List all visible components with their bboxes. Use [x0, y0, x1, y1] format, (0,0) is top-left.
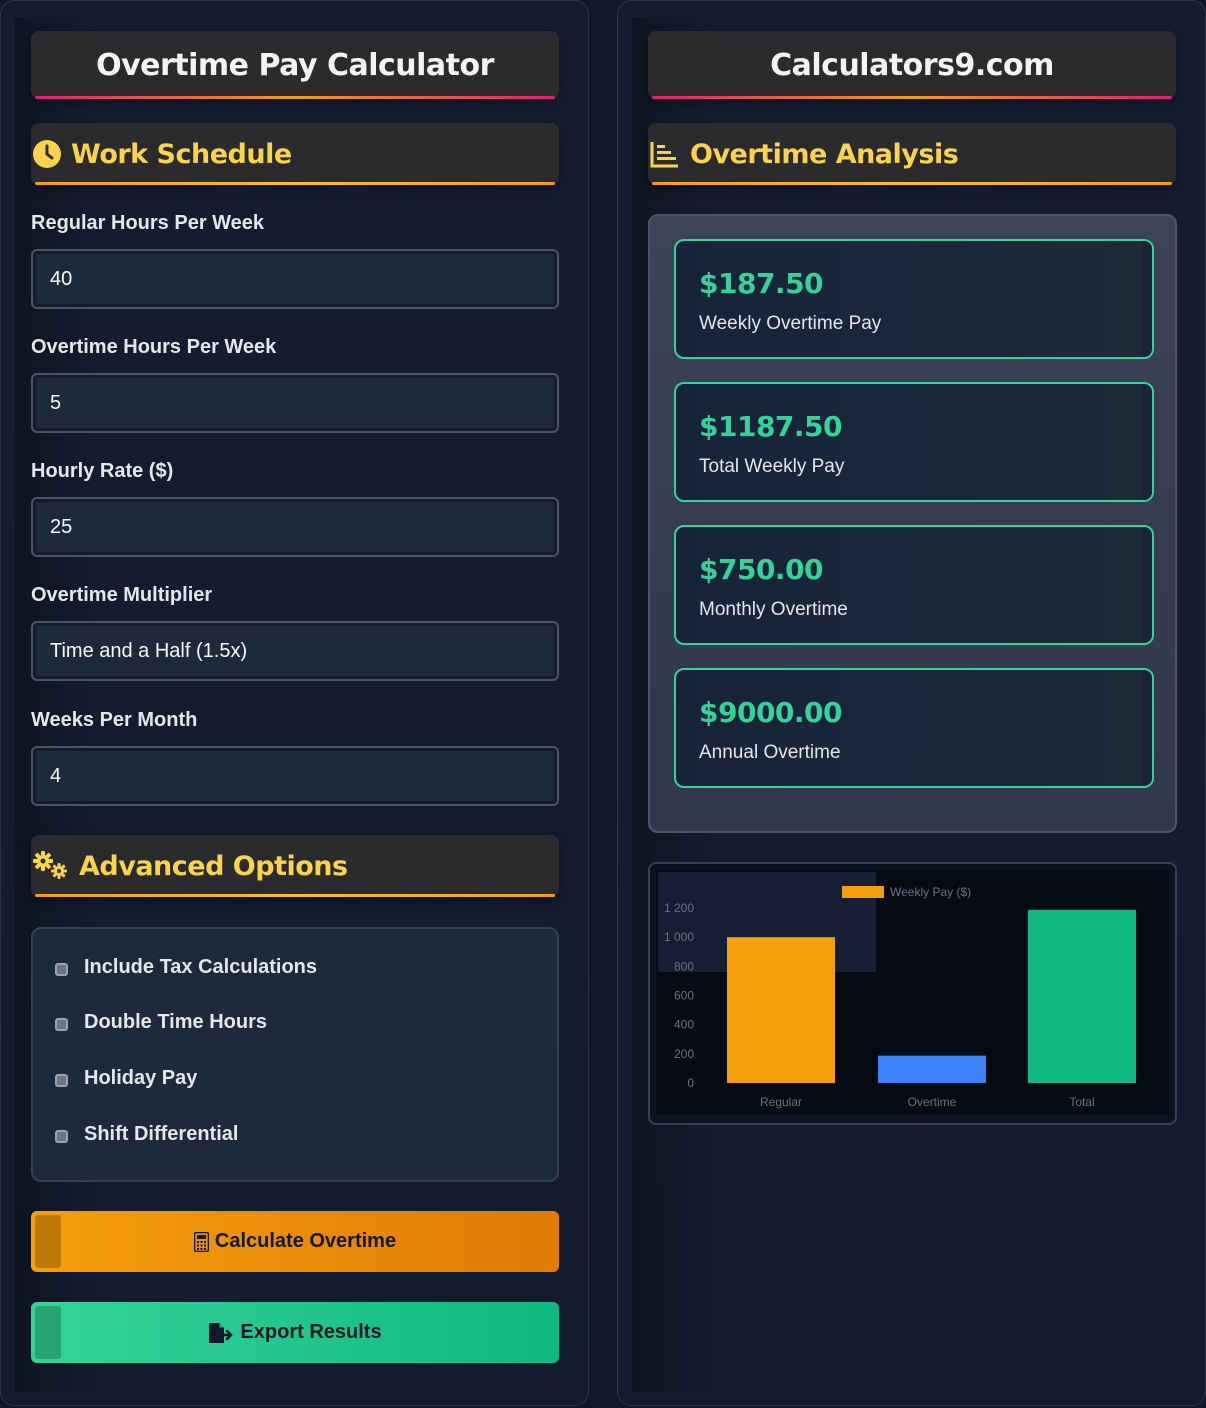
overtime-analysis-heading: Overtime Analysis	[648, 123, 1176, 185]
regular-hours-label: Regular Hours Per Week	[31, 212, 265, 234]
button-stripe	[35, 1306, 61, 1359]
button-stripe	[35, 1215, 61, 1268]
file-export-icon	[208, 1322, 234, 1344]
shift-differential-checkbox[interactable]	[55, 1130, 68, 1143]
card-edge	[1142, 670, 1152, 786]
weekly-overtime-label: Weekly Overtime Pay	[699, 313, 882, 334]
stat-total-weekly: $1187.50 Total Weekly Pay	[674, 382, 1154, 502]
total-weekly-label: Total Weekly Pay	[699, 456, 845, 477]
option-double-time[interactable]: Double Time Hours	[55, 1011, 267, 1034]
work-schedule-title: Work Schedule	[71, 138, 292, 170]
legend-label: Weekly Pay ($)	[890, 885, 971, 899]
y-tick-label: 600	[674, 989, 694, 1003]
hourly-rate-input[interactable]: 25	[31, 497, 559, 557]
overtime-multiplier-label: Overtime Multiplier	[31, 584, 213, 606]
export-results-button[interactable]: Export Results	[31, 1302, 559, 1363]
y-tick-label: 1 000	[664, 930, 694, 944]
x-tick-label: Overtime	[908, 1095, 957, 1109]
total-weekly-value: $1187.50	[699, 410, 843, 443]
x-tick-label: Regular	[760, 1095, 802, 1109]
y-tick-label: 1 200	[664, 901, 694, 915]
calculator-panel: Overtime Pay Calculator Work Schedule Re…	[0, 0, 589, 1406]
weekly-overtime-value: $187.50	[699, 267, 824, 300]
weeks-per-month-label: Weeks Per Month	[31, 709, 198, 731]
results-card: $187.50 Weekly Overtime Pay $1187.50 Tot…	[648, 214, 1177, 833]
annual-overtime-label: Annual Overtime	[699, 742, 841, 763]
stat-annual-overtime: $9000.00 Annual Overtime	[674, 668, 1154, 788]
page-title: Overtime Pay Calculator	[31, 31, 559, 99]
calculator-icon	[193, 1231, 209, 1252]
annual-overtime-value: $9000.00	[699, 696, 843, 729]
site-title: Calculators9.com	[648, 31, 1176, 99]
shift-differential-label: Shift Differential	[84, 1123, 239, 1145]
bar-regular	[727, 937, 835, 1083]
overtime-hours-value[interactable]: 5	[50, 392, 540, 415]
monthly-overtime-label: Monthly Overtime	[699, 599, 848, 620]
regular-hours-input[interactable]: 40	[31, 249, 559, 309]
work-schedule-heading: Work Schedule	[31, 123, 559, 185]
bar-chart: 1 200 1 000 800 600 400 200 0 Regular Overtime T…	[656, 870, 1169, 1115]
calculate-overtime-button[interactable]: Calculate Overtime	[31, 1211, 559, 1272]
hourly-rate-value[interactable]: 25	[50, 516, 540, 539]
clock-icon	[31, 138, 63, 170]
card-edge	[1142, 241, 1152, 357]
overtime-multiplier-select[interactable]: Time and a Half (1.5x)	[31, 621, 559, 681]
x-tick-label: Total	[1069, 1095, 1094, 1109]
y-tick-label: 400	[674, 1018, 694, 1032]
double-time-label: Double Time Hours	[84, 1011, 267, 1033]
overtime-hours-label: Overtime Hours Per Week	[31, 336, 277, 358]
weeks-per-month-input[interactable]: 4	[31, 746, 559, 806]
option-include-tax[interactable]: Include Tax Calculations	[55, 956, 317, 979]
y-tick-label: 200	[674, 1047, 694, 1061]
overtime-multiplier-value[interactable]: Time and a Half (1.5x)	[50, 640, 540, 663]
include-tax-checkbox[interactable]	[55, 963, 68, 976]
double-time-checkbox[interactable]	[55, 1018, 68, 1031]
card-edge	[1142, 384, 1152, 500]
overtime-hours-input[interactable]: 5	[31, 373, 559, 433]
card-edge	[1142, 527, 1152, 643]
stat-weekly-overtime: $187.50 Weekly Overtime Pay	[674, 239, 1154, 359]
include-tax-label: Include Tax Calculations	[84, 956, 318, 978]
export-label: Export Results	[240, 1321, 382, 1343]
stat-monthly-overtime: $750.00 Monthly Overtime	[674, 525, 1154, 645]
results-panel: Calculators9.com Overtime Analysis $187.…	[617, 0, 1206, 1406]
bar-chart-icon	[648, 138, 682, 170]
weeks-per-month-value[interactable]: 4	[50, 765, 540, 788]
legend-swatch	[842, 886, 884, 898]
advanced-options-heading: Advanced Options	[31, 835, 559, 897]
y-tick-label: 0	[687, 1076, 694, 1090]
monthly-overtime-value: $750.00	[699, 553, 824, 586]
option-shift-differential[interactable]: Shift Differential	[55, 1123, 238, 1146]
overtime-analysis-title: Overtime Analysis	[690, 138, 959, 170]
bar-total	[1028, 909, 1136, 1083]
weekly-pay-chart: 1 200 1 000 800 600 400 200 0 Regular Overtime T…	[648, 862, 1177, 1125]
y-tick-label: 800	[674, 959, 694, 973]
advanced-options-box: Include Tax Calculations Double Time Hou…	[31, 927, 559, 1182]
regular-hours-value[interactable]: 40	[50, 268, 540, 291]
bar-overtime	[878, 1055, 986, 1083]
holiday-pay-label: Holiday Pay	[84, 1067, 198, 1089]
calculate-label: Calculate Overtime	[214, 1230, 397, 1252]
gears-icon	[31, 850, 71, 882]
advanced-options-title: Advanced Options	[79, 850, 348, 882]
holiday-pay-checkbox[interactable]	[55, 1074, 68, 1087]
hourly-rate-label: Hourly Rate ($)	[31, 460, 174, 482]
option-holiday-pay[interactable]: Holiday Pay	[55, 1067, 197, 1090]
